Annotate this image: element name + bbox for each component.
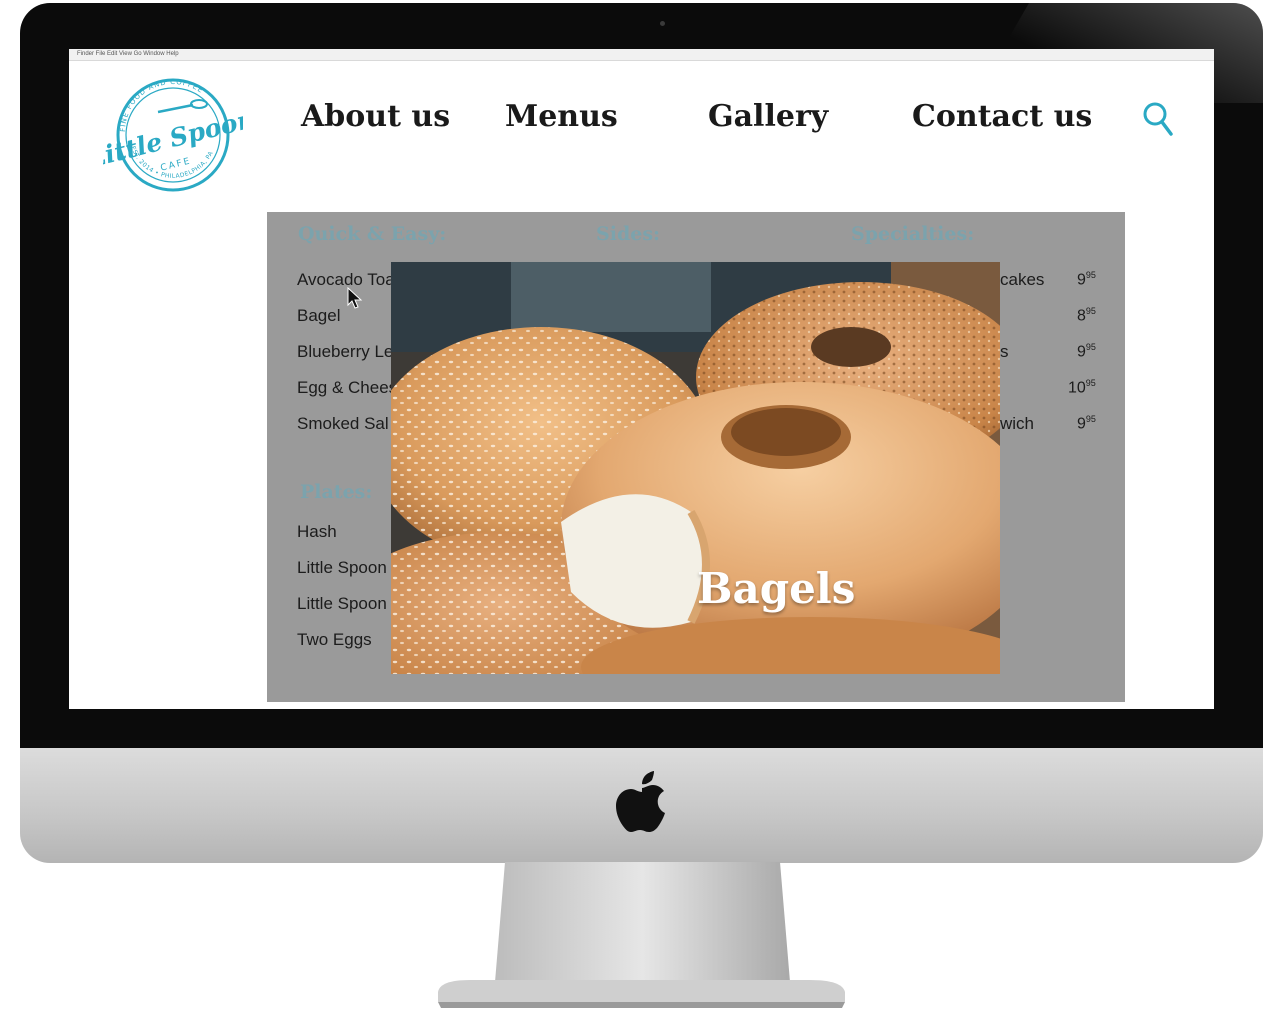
menu-item[interactable]: Blueberry Le xyxy=(297,342,393,362)
webcam xyxy=(660,21,665,26)
mouse-cursor-icon xyxy=(347,287,363,309)
specialty-item[interactable]: cakes xyxy=(1000,270,1044,290)
os-menu-bar: Finder File Edit View Go Window Help xyxy=(69,49,1214,61)
price-cents: 95 xyxy=(1085,378,1096,388)
price: 995 xyxy=(1077,270,1096,289)
apple-logo-icon xyxy=(616,771,665,832)
price: 995 xyxy=(1077,414,1096,433)
price-main: 9 xyxy=(1077,343,1086,361)
menu-item[interactable]: Egg & Chees xyxy=(297,378,397,398)
nav-about-us[interactable]: About us xyxy=(301,99,450,134)
price-cents: 95 xyxy=(1085,270,1096,280)
bagels-image xyxy=(391,262,1000,674)
os-menu-items: Finder File Edit View Go Window Help xyxy=(77,51,179,57)
menu-item[interactable]: Bagel xyxy=(297,306,340,326)
menu-item[interactable]: Avocado Toa xyxy=(297,270,395,290)
price-cents: 95 xyxy=(1085,342,1096,352)
imac-stand xyxy=(438,862,845,1008)
price-cents: 95 xyxy=(1085,414,1096,424)
specialty-item[interactable]: s xyxy=(1000,342,1009,362)
price: 995 xyxy=(1077,342,1096,361)
nav-gallery[interactable]: Gallery xyxy=(708,99,828,134)
nav-menus[interactable]: Menus xyxy=(505,99,618,134)
search-icon[interactable] xyxy=(1142,101,1174,137)
nav-contact-us[interactable]: Contact us xyxy=(912,99,1092,134)
menu-item[interactable]: Little Spoon xyxy=(297,594,387,614)
category-plates: Plates: xyxy=(300,481,373,503)
category-quick-easy: Quick & Easy: xyxy=(298,223,447,245)
menu-item[interactable]: Smoked Sal xyxy=(297,414,389,434)
category-specialties: Specialties: xyxy=(851,223,975,245)
specialty-item[interactable]: wich xyxy=(1000,414,1034,434)
price: 895 xyxy=(1077,306,1096,325)
price-cents: 95 xyxy=(1085,306,1096,316)
category-sides: Sides: xyxy=(596,223,661,245)
little-spoon-logo[interactable]: FINE FOOD AND COFFEE EST. 2014 • PHILADE… xyxy=(103,67,243,197)
price-main: 9 xyxy=(1077,415,1086,433)
price-main: 8 xyxy=(1077,307,1086,325)
price-main: 10 xyxy=(1068,379,1086,397)
menu-item[interactable]: Little Spoon xyxy=(297,558,387,578)
price: 1095 xyxy=(1068,378,1096,397)
menu-item[interactable]: Two Eggs xyxy=(297,630,372,650)
screen: Finder File Edit View Go Window Help FIN… xyxy=(69,49,1214,709)
photo-caption: Bagels xyxy=(697,564,856,613)
price-main: 9 xyxy=(1077,271,1086,289)
bagels-photo-overlay[interactable]: Bagels xyxy=(391,262,1000,674)
menu-item[interactable]: Hash xyxy=(297,522,337,542)
